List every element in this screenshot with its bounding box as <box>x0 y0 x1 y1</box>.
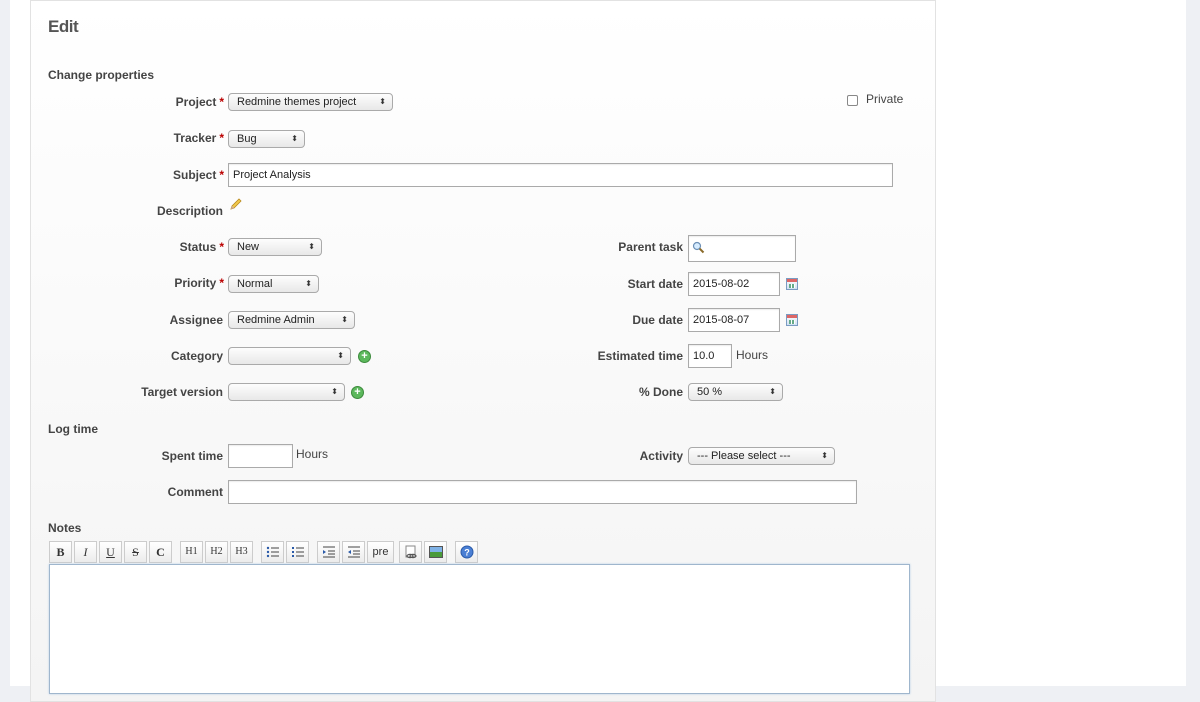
assignee-label: Assignee <box>169 313 223 327</box>
h3-button[interactable]: H3 <box>230 541 253 563</box>
wiki-link-icon <box>405 545 417 559</box>
parent-task-label: Parent task <box>618 240 683 254</box>
help-icon: ? <box>460 545 473 559</box>
image-button[interactable] <box>424 541 447 563</box>
add-version-icon[interactable]: + <box>351 386 364 399</box>
svg-text:?: ? <box>464 548 470 558</box>
edit-panel: Edit Change properties Project * Redmine … <box>30 0 936 702</box>
comment-label: Comment <box>167 485 223 499</box>
add-category-icon[interactable]: + <box>358 350 371 363</box>
subject-label: Subject * <box>172 168 224 182</box>
target-version-label: Target version <box>141 385 223 399</box>
tracker-label: Tracker * <box>173 131 224 145</box>
page-title: Edit <box>48 17 79 36</box>
section-change-properties: Change properties <box>48 68 155 82</box>
code-button[interactable]: C <box>149 541 172 563</box>
private-label: Private <box>866 92 904 106</box>
assignee-select[interactable]: Redmine Admin ⬍ <box>228 311 355 329</box>
start-date-input[interactable]: 2015-08-02 <box>688 272 780 296</box>
bold-button[interactable]: B <box>49 541 72 563</box>
outdent-icon <box>347 546 360 558</box>
h1-button[interactable]: H1 <box>180 541 203 563</box>
strike-button[interactable]: S <box>124 541 147 563</box>
numbered-list-icon <box>291 547 304 557</box>
calendar-icon[interactable] <box>786 314 798 326</box>
notes-textarea[interactable] <box>49 564 910 694</box>
unordered-list-button[interactable] <box>261 541 284 563</box>
underline-button[interactable]: U <box>99 541 122 563</box>
subject-input[interactable]: Project Analysis <box>228 163 893 187</box>
category-label: Category <box>170 349 223 363</box>
indent-icon <box>322 546 335 558</box>
done-ratio-select[interactable]: 50 % ⬍ <box>688 383 783 401</box>
estimated-time-unit: Hours <box>736 348 769 362</box>
private-checkbox[interactable] <box>847 95 858 106</box>
select-arrow-icon: ⬍ <box>769 387 776 396</box>
start-date-label: Start date <box>627 277 683 291</box>
due-date-label: Due date <box>632 313 683 327</box>
done-ratio-label: % Done <box>638 385 683 399</box>
select-arrow-icon: ⬍ <box>291 134 298 143</box>
select-arrow-icon: ⬍ <box>331 387 338 396</box>
spent-time-input[interactable] <box>228 444 293 468</box>
unquote-button[interactable] <box>342 541 365 563</box>
section-log-time: Log time <box>48 422 98 436</box>
spent-time-unit: Hours <box>296 447 329 461</box>
description-label: Description <box>156 204 223 218</box>
select-arrow-icon: ⬍ <box>341 315 348 324</box>
help-button[interactable]: ? <box>455 541 478 563</box>
comment-input[interactable] <box>228 480 857 504</box>
status-select[interactable]: New ⬍ <box>228 238 322 256</box>
estimated-time-label: Estimated time <box>597 349 683 363</box>
italic-button[interactable]: I <box>74 541 97 563</box>
ordered-list-button[interactable] <box>286 541 309 563</box>
priority-select[interactable]: Normal ⬍ <box>228 275 319 293</box>
priority-label: Priority * <box>174 276 224 290</box>
quote-button[interactable] <box>317 541 340 563</box>
image-icon <box>428 546 443 558</box>
magnifier-icon <box>692 241 705 254</box>
link-button[interactable] <box>399 541 422 563</box>
project-select[interactable]: Redmine themes project ⬍ <box>228 93 393 111</box>
target-version-select[interactable]: ⬍ <box>228 383 345 401</box>
pencil-icon[interactable] <box>229 197 243 211</box>
spent-time-label: Spent time <box>161 449 223 463</box>
pre-button[interactable]: pre <box>367 541 394 563</box>
select-arrow-icon: ⬍ <box>821 451 828 460</box>
activity-select[interactable]: --- Please select --- ⬍ <box>688 447 835 465</box>
select-arrow-icon: ⬍ <box>337 351 344 360</box>
select-arrow-icon: ⬍ <box>305 279 312 288</box>
status-label: Status * <box>179 240 224 254</box>
due-date-input[interactable]: 2015-08-07 <box>688 308 780 332</box>
activity-label: Activity <box>639 449 683 463</box>
select-arrow-icon: ⬍ <box>379 97 386 106</box>
calendar-icon[interactable] <box>786 278 798 290</box>
section-notes: Notes <box>48 521 82 535</box>
project-label: Project * <box>175 95 224 109</box>
tracker-select[interactable]: Bug ⬍ <box>228 130 305 148</box>
h2-button[interactable]: H2 <box>205 541 228 563</box>
bullet-list-icon <box>266 546 279 558</box>
category-select[interactable]: ⬍ <box>228 347 351 365</box>
select-arrow-icon: ⬍ <box>308 242 315 251</box>
estimated-time-input[interactable]: 10.0 <box>688 344 732 368</box>
